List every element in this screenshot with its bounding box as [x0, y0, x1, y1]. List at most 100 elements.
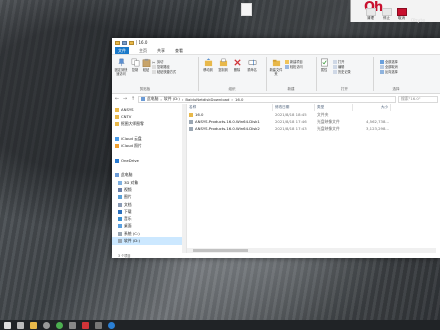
- folder-icon: [115, 40, 120, 45]
- chevron-right-icon: ›: [231, 96, 233, 102]
- sidebar-item[interactable]: 软件 (D:): [112, 237, 186, 245]
- nav-scrollbar[interactable]: [182, 104, 186, 253]
- chrome-icon[interactable]: [56, 321, 63, 329]
- delete-icon: [233, 59, 241, 66]
- up-button[interactable]: ↑: [130, 96, 136, 102]
- new-folder-button[interactable]: 新建文件夹: [269, 58, 283, 76]
- file-name-label: ANSYS.Products.16.0.Win64.Disk2: [195, 126, 260, 131]
- desktop-file-icon[interactable]: [241, 3, 252, 16]
- history-button[interactable]: 历史记录: [333, 69, 351, 74]
- search-input[interactable]: 搜索"16.0": [398, 95, 438, 103]
- browser-icon[interactable]: [43, 321, 50, 329]
- breadcrumb-item[interactable]: BaiduNetdiskDownload: [185, 97, 229, 102]
- scrollbar-thumb[interactable]: [193, 249, 248, 252]
- search-icon[interactable]: [17, 321, 24, 329]
- rename-button[interactable]: 重命名: [245, 58, 259, 72]
- pin-quick-access-button[interactable]: 固定到快速访问: [114, 58, 128, 76]
- partial-app-window: Oh 清理 停止 取消: [350, 0, 440, 22]
- sidebar-item-label: 3D 对象: [124, 179, 139, 185]
- sidebar-item[interactable]: 视频: [112, 186, 186, 193]
- sidebar-item[interactable]: OneDrive: [112, 157, 186, 164]
- paste-button[interactable]: 粘贴: [141, 58, 151, 72]
- sidebar-item[interactable]: CNTV: [112, 113, 186, 120]
- stop-icon[interactable]: [382, 8, 392, 16]
- app-icon[interactable]: [95, 321, 102, 329]
- breadcrumb-item[interactable]: 软件 (D:): [164, 96, 180, 102]
- sidebar-item[interactable]: 音乐: [112, 215, 186, 222]
- sidebar-item[interactable]: 此电脑: [112, 172, 186, 179]
- sidebar-item: [112, 128, 186, 135]
- cloud-icon: [115, 136, 119, 141]
- column-header-name[interactable]: 名称: [187, 104, 273, 111]
- new-folder-icon[interactable]: [129, 40, 134, 45]
- paste-shortcut-button[interactable]: 粘贴快捷方式: [152, 69, 176, 74]
- sidebar-item[interactable]: iCloud 云盘: [112, 135, 186, 142]
- sidebar-item: [112, 150, 186, 157]
- copy-to-button[interactable]: 复制到: [216, 58, 230, 72]
- file-name: ANSYS.Products.16.0.Win64.Disk2: [187, 126, 273, 131]
- properties-label: 属性: [320, 68, 328, 72]
- column-header-size[interactable]: 大小: [353, 104, 391, 111]
- divider: [136, 40, 137, 45]
- sidebar-item[interactable]: 桌面: [112, 223, 186, 230]
- tab-home[interactable]: 主页: [139, 48, 147, 54]
- new-folder-icon: [272, 59, 280, 67]
- properties-button[interactable]: 属性: [319, 58, 329, 72]
- app-icon[interactable]: [69, 321, 76, 329]
- delete-button[interactable]: 删除: [231, 58, 243, 72]
- sidebar-item[interactable]: ANSYS: [112, 106, 186, 113]
- sidebar-item[interactable]: iCloud 照片: [112, 142, 186, 149]
- cancel-icon[interactable]: [397, 8, 407, 16]
- invert-selection-button[interactable]: 反向选择: [380, 69, 398, 74]
- rename-icon: [248, 59, 256, 66]
- sidebar-item-label: iCloud 云盘: [121, 135, 142, 141]
- ribbon: 固定到快速访问 复制 粘贴 ✂ 剪切 复制路径 粘贴快捷方式 剪贴板 移动到 复…: [112, 54, 440, 94]
- address-bar[interactable]: 此电脑 › 软件 (D:) › BaiduNetdiskDownload › 1…: [138, 95, 396, 103]
- file-size: 3,123,298...: [366, 126, 389, 131]
- copy-to-label: 复制到: [218, 68, 228, 72]
- breadcrumb-item[interactable]: 此电脑: [147, 96, 158, 102]
- table-row[interactable]: 16.0 2021/8/18 18:45 文件夹: [187, 111, 440, 118]
- properties-icon[interactable]: [122, 40, 127, 45]
- chevron-right-icon: ›: [160, 96, 162, 102]
- breadcrumb-item[interactable]: 16.0: [235, 97, 243, 102]
- copy-button[interactable]: 复制: [130, 58, 140, 72]
- tab-view[interactable]: 查看: [175, 48, 183, 54]
- new-group-label: 新建: [287, 87, 295, 91]
- move-to-button[interactable]: 移动到: [201, 58, 215, 72]
- onedrive-icon: [115, 158, 119, 163]
- desktop-icon: [118, 224, 122, 229]
- sidebar-item-label: 软件 (D:): [124, 237, 140, 243]
- folder-icon: [189, 112, 193, 117]
- column-header-date[interactable]: 修改日期: [273, 104, 315, 111]
- app-icon[interactable]: [108, 321, 115, 329]
- sidebar-item[interactable]: 系统 (C:): [112, 230, 186, 237]
- table-row[interactable]: ANSYS.Products.16.0.Win64.Disk2 2021/8/18…: [187, 125, 440, 132]
- sidebar-item-label: 系统 (C:): [124, 230, 140, 236]
- sidebar-item[interactable]: 下载: [112, 208, 186, 215]
- clean-icon[interactable]: [366, 8, 376, 16]
- easy-access-icon: [285, 64, 289, 69]
- forward-button[interactable]: →: [122, 96, 128, 102]
- app-icon[interactable]: [82, 321, 89, 329]
- paste-icon: [142, 58, 150, 67]
- title-bar[interactable]: 16.0: [112, 38, 440, 47]
- sidebar-item[interactable]: 文档: [112, 201, 186, 208]
- table-row[interactable]: ANSYS.Products.16.0.Win64.Disk1 2021/8/18…: [187, 118, 440, 125]
- folder-icon: [115, 114, 119, 119]
- sidebar-item[interactable]: 3D 对象: [112, 179, 186, 186]
- sidebar-item[interactable]: 图片: [112, 194, 186, 201]
- sidebar-item[interactable]: 抠图大师图零: [112, 121, 186, 128]
- easy-access-button[interactable]: 轻松访问: [285, 64, 303, 69]
- file-explorer-icon[interactable]: [30, 321, 37, 329]
- tab-share[interactable]: 共享: [157, 48, 165, 54]
- new-group: 新建文件夹 新建项目 轻松访问 新建: [267, 57, 315, 93]
- file-type: 文件夹: [317, 111, 329, 117]
- file-name-label: ANSYS.Products.16.0.Win64.Disk1: [195, 119, 260, 124]
- pin-label: 固定到快速访问: [114, 68, 128, 76]
- start-icon[interactable]: [4, 321, 11, 329]
- column-header-type[interactable]: 类型: [315, 104, 353, 111]
- properties-icon: [320, 58, 328, 67]
- back-button[interactable]: ←: [114, 96, 120, 102]
- item-count: 3 个项目: [118, 254, 131, 258]
